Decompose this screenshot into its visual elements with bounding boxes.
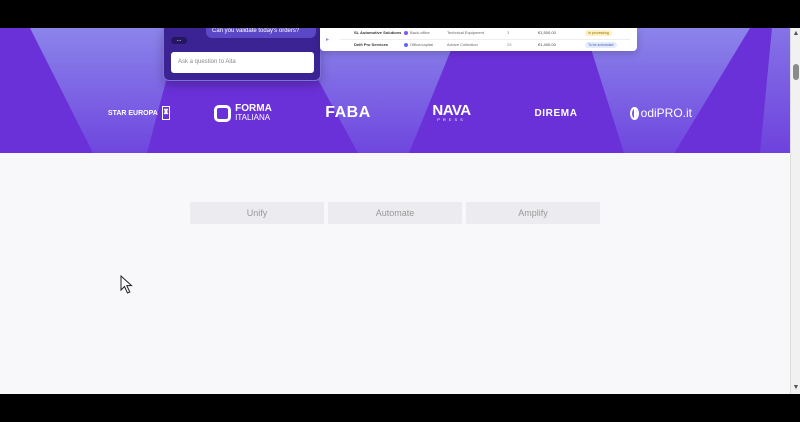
page-viewport: Can you validate today's orders? ... Ask… xyxy=(0,28,790,394)
hero-light-beam xyxy=(760,28,790,153)
chevron-down-icon[interactable]: ▼ xyxy=(792,384,800,392)
chat-message: Can you validate today's orders? xyxy=(206,28,316,38)
feature-tabs: Unify Automate Amplify xyxy=(190,202,600,224)
ai-chat-preview: Can you validate today's orders? ... Ask… xyxy=(163,28,321,81)
star-europa-logo: STAR EUROPA ♜ xyxy=(107,101,171,125)
typing-indicator: ... xyxy=(171,37,187,44)
direma-logo: DIREMA xyxy=(523,101,589,125)
hero-light-beam xyxy=(30,28,180,153)
category-cell: Advice Collection xyxy=(447,42,478,47)
status-badge: In processing xyxy=(585,28,627,37)
browser-window: Can you validate today's orders? ... Ask… xyxy=(0,0,800,422)
chevron-up-icon[interactable]: ▲ xyxy=(792,30,800,38)
quantity-cell: 3 xyxy=(507,30,510,35)
logo-text: DIREMA xyxy=(534,107,578,119)
logo-text: NAVA xyxy=(432,102,471,119)
hero-section: Can you validate today's orders? ... Ask… xyxy=(0,28,790,153)
logo-subtext: PRESS xyxy=(437,117,466,122)
category-cell: Technical Equipment xyxy=(447,30,484,35)
forma-logo-icon xyxy=(214,104,232,122)
nava-press-logo: NAVA PRESS xyxy=(430,101,473,125)
amount-cell: €1,500.00 xyxy=(538,30,556,35)
emblem-icon: ♜ xyxy=(161,106,171,120)
chat-input[interactable]: Ask a question to Aita xyxy=(171,52,314,73)
quantity-cell: 25 xyxy=(507,42,512,47)
odi-pro-logo: odiPRO.it xyxy=(630,101,692,125)
logo-text: odiPRO.it xyxy=(640,106,692,120)
logo-text: FORMA xyxy=(235,103,272,114)
forma-italiana-logo: FORMA ITALIANA xyxy=(212,101,274,125)
orders-preview-card: ▸ SL Automotive Solutions Back-office Te… xyxy=(320,28,637,51)
logo-text: STAR EUROPA xyxy=(107,109,158,117)
status-badge: To be scheduled xyxy=(585,40,627,49)
vertical-scrollbar[interactable]: ▲ ▼ xyxy=(790,28,800,394)
tab-automate[interactable]: Automate xyxy=(328,202,462,224)
office-cell: Office/capital xyxy=(404,40,442,49)
amount-cell: €1,400.00 xyxy=(538,42,556,47)
tab-unify[interactable]: Unify xyxy=(190,202,324,224)
expand-arrow-icon: ▸ xyxy=(326,37,330,43)
customer-name: Delfi Pro Services xyxy=(354,42,389,47)
logo-subtext: ITALIANA xyxy=(235,113,271,122)
table-row: SL Automotive Solutions Back-office Tech… xyxy=(340,28,630,37)
table-row: Delfi Pro Services Office/capital Advice… xyxy=(340,39,630,48)
customer-name: SL Automotive Solutions xyxy=(354,30,402,35)
faba-logo: FABA xyxy=(325,104,371,121)
office-cell: Back-office xyxy=(404,28,442,37)
tab-amplify[interactable]: Amplify xyxy=(466,202,600,224)
scrollbar-thumb[interactable] xyxy=(793,64,799,80)
odi-circle-icon xyxy=(630,106,639,120)
mouse-pointer-icon xyxy=(120,275,133,294)
